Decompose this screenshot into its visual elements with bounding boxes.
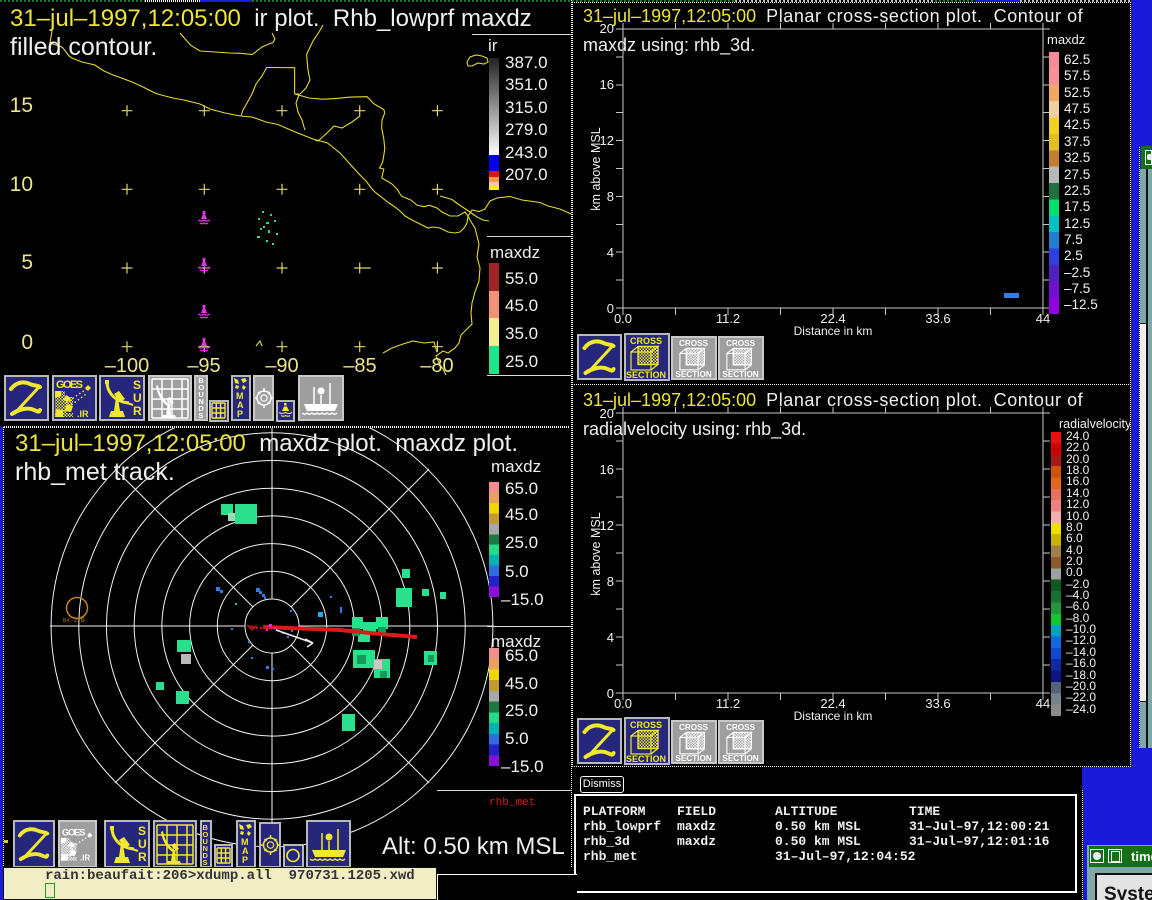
- svg-text:SECTION: SECTION: [722, 754, 758, 762]
- svg-text:CROSS: CROSS: [679, 339, 709, 348]
- svg-text:GOES: GOES: [56, 379, 83, 391]
- svg-text:CROSS: CROSS: [726, 723, 756, 732]
- svg-text:11.2: 11.2: [716, 311, 740, 326]
- svg-text:0.0: 0.0: [614, 696, 632, 711]
- svg-text:.IR: .IR: [80, 854, 90, 863]
- svg-text:4: 4: [607, 630, 614, 645]
- svg-text:R: R: [138, 850, 147, 864]
- svg-text:20: 20: [600, 406, 614, 421]
- svg-text:Distance in km: Distance in km: [794, 709, 873, 723]
- svg-text:SECTION: SECTION: [626, 754, 666, 763]
- svg-text:33.6: 33.6: [925, 696, 950, 711]
- svg-text:8: 8: [607, 574, 614, 589]
- svg-text:16: 16: [600, 462, 614, 477]
- svg-text:CROSS: CROSS: [679, 723, 709, 732]
- svg-text:11.2: 11.2: [716, 696, 740, 711]
- svg-text:U: U: [133, 391, 142, 405]
- svg-text:SECTION: SECTION: [722, 370, 758, 378]
- svg-text:CROSS: CROSS: [726, 339, 756, 348]
- svg-text:0: 0: [607, 301, 614, 316]
- svg-text:8: 8: [607, 189, 614, 204]
- svg-text:km above MSL: km above MSL: [589, 512, 603, 595]
- svg-text:SECTION: SECTION: [626, 370, 666, 379]
- svg-text:Distance in km: Distance in km: [794, 324, 873, 338]
- svg-text:U: U: [138, 837, 147, 851]
- svg-text:0: 0: [607, 686, 614, 701]
- svg-text:P: P: [242, 855, 248, 865]
- svg-text:R: R: [133, 404, 142, 418]
- svg-text:S: S: [133, 378, 141, 392]
- svg-text:b<-2-B: b<-2-B: [63, 617, 85, 624]
- svg-text:CROSS: CROSS: [630, 336, 662, 346]
- svg-text:S: S: [138, 824, 146, 838]
- svg-text:4: 4: [607, 245, 614, 260]
- svg-text:P: P: [237, 409, 243, 419]
- svg-text:SECTION: SECTION: [675, 370, 711, 378]
- svg-text:20: 20: [600, 21, 614, 36]
- svg-text:km above MSL: km above MSL: [589, 127, 603, 210]
- svg-text:SECTION: SECTION: [675, 754, 711, 762]
- svg-text:CROSS: CROSS: [630, 720, 662, 730]
- svg-text:.IR: .IR: [77, 409, 89, 419]
- svg-text:0.0: 0.0: [614, 311, 632, 326]
- svg-text:44: 44: [1036, 696, 1050, 711]
- svg-text:33.6: 33.6: [925, 311, 950, 326]
- svg-text:GOES: GOES: [62, 827, 86, 838]
- svg-text:16: 16: [600, 77, 614, 92]
